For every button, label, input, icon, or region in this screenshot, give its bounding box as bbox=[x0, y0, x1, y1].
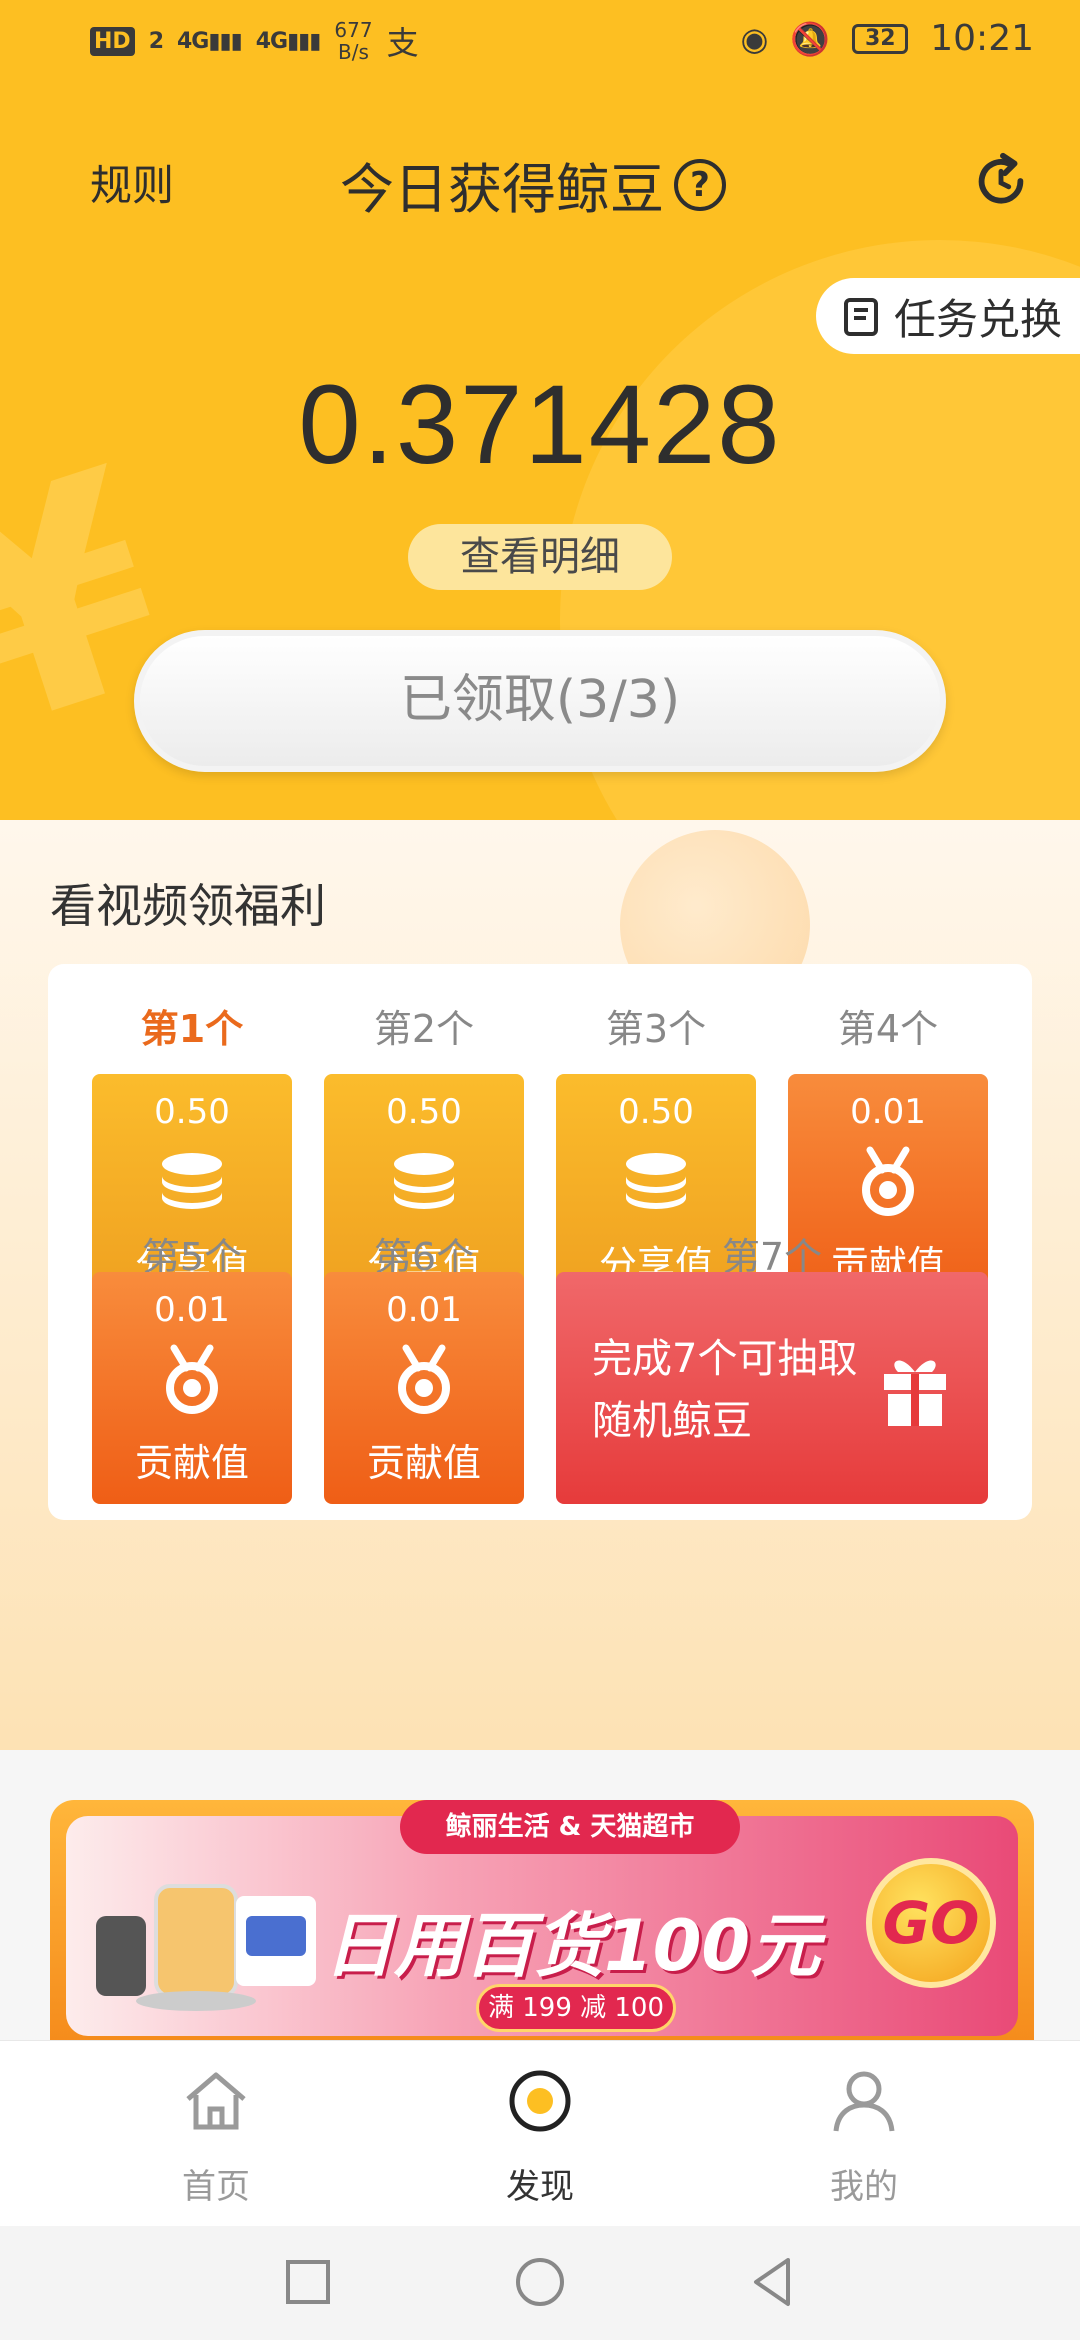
video-welfare-section: 看视频领福利 第1个 第2个 第3个 第4个 0.50 分享值 0.50 分享值… bbox=[0, 820, 1080, 1750]
reward-tile-5[interactable]: 0.01 贡献值 bbox=[92, 1272, 292, 1504]
hd-badge: HD bbox=[90, 26, 135, 56]
slot-label-4: 第4个 bbox=[837, 1007, 939, 1051]
system-nav-bar bbox=[0, 2226, 1080, 2340]
page-title: 今日获得鲸豆 bbox=[340, 158, 664, 221]
slot-label-3: 第3个 bbox=[605, 1007, 707, 1051]
home-circle-icon[interactable] bbox=[510, 2252, 570, 2312]
back-triangle-icon[interactable] bbox=[742, 2252, 802, 2312]
bonus-text: 完成7个可抽取 随机鲸豆 bbox=[592, 1328, 892, 1452]
slot-label-2: 第2个 bbox=[373, 1007, 475, 1051]
signal-icon: 4G▮▮▮ bbox=[177, 28, 243, 54]
task-exchange-label: 任务兑换 bbox=[894, 294, 1063, 344]
profile-icon bbox=[833, 2071, 895, 2132]
battery-icon: 32 bbox=[852, 23, 909, 54]
products-illustration bbox=[96, 1884, 316, 2011]
promo-partner-tag: 鲸丽生活 & 天猫超市 bbox=[400, 1800, 740, 1854]
tile-name: 贡献值 bbox=[134, 1441, 249, 1485]
tile-value: 0.01 bbox=[154, 1290, 230, 1330]
claimed-button[interactable]: 已领取(3/3) bbox=[134, 630, 946, 772]
nav-label-home: 首页 bbox=[182, 2167, 250, 2207]
help-icon[interactable]: ? bbox=[674, 158, 726, 211]
nav-item-profile[interactable]: 我的 bbox=[684, 2041, 1044, 2227]
hero-panel: ¥ HD 2 4G▮▮▮ 4G▮▮▮ 677 B/s 支 ◉ 🔕 32 10:21… bbox=[0, 0, 1080, 820]
tile-value: 0.50 bbox=[154, 1092, 230, 1132]
clock: 10:21 bbox=[930, 18, 1034, 59]
bonus-line-2: 随机鲸豆 bbox=[592, 1398, 752, 1444]
slot-label-1: 第1个 bbox=[140, 1007, 244, 1051]
mute-bell-icon: 🔕 bbox=[790, 19, 831, 58]
page-title-group: 今日获得鲸豆 ? bbox=[340, 145, 726, 224]
tile-value: 0.01 bbox=[386, 1290, 462, 1330]
gift-icon bbox=[884, 1360, 946, 1426]
bean-balance: 0.371428 bbox=[298, 362, 782, 487]
alipay-icon: 支 bbox=[386, 24, 419, 62]
bottom-nav: 首页 发现 我的 bbox=[0, 2040, 1080, 2226]
bonus-draw-tile[interactable]: 完成7个可抽取 随机鲸豆 bbox=[556, 1272, 988, 1504]
eye-icon: ◉ bbox=[740, 19, 769, 58]
nav-item-discover[interactable]: 发现 bbox=[360, 2041, 720, 2227]
medal-icon bbox=[398, 1344, 450, 1414]
nav-label-discover: 发现 bbox=[506, 2167, 574, 2207]
tile-value: 0.50 bbox=[618, 1092, 694, 1132]
coin-stack-icon bbox=[162, 1153, 222, 1209]
reward-tile-6[interactable]: 0.01 贡献值 bbox=[324, 1272, 524, 1504]
nav-label-profile: 我的 bbox=[830, 2167, 898, 2207]
home-icon bbox=[186, 2072, 246, 2130]
task-card: 第1个 第2个 第3个 第4个 0.50 分享值 0.50 分享值 0.50 分… bbox=[48, 964, 1032, 1520]
nav-item-home[interactable]: 首页 bbox=[36, 2041, 396, 2227]
sim-index: 2 bbox=[148, 28, 164, 54]
signal-icon-2: 4G▮▮▮ bbox=[255, 28, 322, 54]
rules-link[interactable]: 规则 bbox=[90, 152, 174, 213]
bonus-line-1: 完成7个可抽取 bbox=[592, 1336, 858, 1382]
view-detail-button[interactable]: 查看明细 bbox=[408, 524, 672, 590]
scroll-icon bbox=[844, 298, 878, 336]
coin-stack-icon bbox=[626, 1153, 686, 1209]
welfare-title: 看视频领福利 bbox=[50, 879, 326, 933]
recent-apps-icon[interactable] bbox=[278, 2252, 338, 2312]
discover-icon bbox=[509, 2070, 571, 2132]
promo-banner[interactable]: 日用百货100元 满 199 减 100 GO 鲸丽生活 & 天猫超市 bbox=[50, 1800, 1034, 2040]
tile-name: 贡献值 bbox=[366, 1441, 481, 1485]
tile-value: 0.50 bbox=[386, 1092, 462, 1132]
status-bar: HD 2 4G▮▮▮ 4G▮▮▮ 677 B/s 支 ◉ 🔕 32 10:21 bbox=[0, 0, 1080, 84]
promo-go-button[interactable]: GO bbox=[866, 1858, 996, 1988]
tile-value: 0.01 bbox=[850, 1092, 926, 1132]
coin-stack-icon bbox=[394, 1153, 454, 1209]
network-speed: 677 B/s bbox=[334, 18, 373, 64]
medal-icon bbox=[862, 1146, 914, 1216]
medal-icon bbox=[166, 1344, 218, 1414]
promo-discount: 满 199 减 100 bbox=[476, 1984, 676, 2032]
task-exchange-button[interactable]: 任务兑换 bbox=[816, 278, 1080, 354]
screen: ¥ HD 2 4G▮▮▮ 4G▮▮▮ 677 B/s 支 ◉ 🔕 32 10:21… bbox=[0, 0, 1080, 2340]
refresh-icon[interactable] bbox=[970, 150, 1032, 212]
promo-headline: 日用百货100元 bbox=[324, 1905, 821, 1987]
